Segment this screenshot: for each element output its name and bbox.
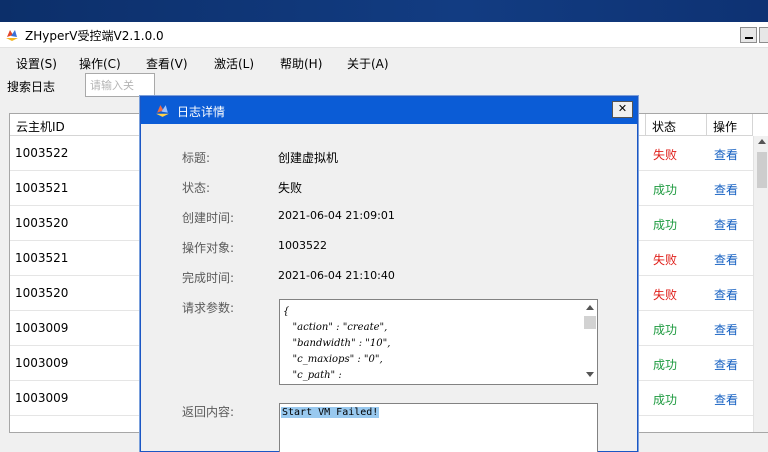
field-label-finished-time: 完成时间:	[182, 271, 235, 285]
scrollbar-thumb[interactable]	[584, 316, 596, 329]
params-scrollbar[interactable]	[581, 300, 597, 384]
view-link[interactable]: 查看	[714, 286, 738, 303]
desktop-background	[0, 0, 768, 22]
code-line: "c_path" :	[283, 370, 342, 381]
search-input[interactable]	[85, 73, 155, 97]
menu-about[interactable]: 关于(A)	[347, 55, 389, 72]
view-link[interactable]: 查看	[714, 216, 738, 233]
vm-id-cell: 1003521	[15, 181, 69, 195]
scrollbar-thumb[interactable]	[757, 152, 767, 188]
field-value-title: 创建虚拟机	[278, 151, 339, 165]
field-label-created-time: 创建时间:	[182, 211, 235, 225]
status-cell: 失败	[653, 288, 678, 302]
column-header-status[interactable]: 状态	[646, 114, 707, 136]
code-line: "c_maxiops" : "0",	[283, 354, 383, 365]
scroll-down-arrow-icon[interactable]	[586, 372, 594, 377]
scroll-up-arrow-icon[interactable]	[586, 305, 594, 310]
view-link[interactable]: 查看	[714, 356, 738, 373]
status-cell: 失败	[653, 148, 678, 162]
status-cell: 成功	[653, 358, 678, 372]
vm-id-cell: 1003009	[15, 321, 69, 335]
dialog-title: 日志详情	[177, 105, 226, 119]
field-label-title: 标题:	[182, 151, 211, 165]
field-label-status: 状态:	[182, 181, 211, 195]
status-cell: 成功	[653, 218, 678, 232]
menu-activate[interactable]: 激活(L)	[214, 55, 254, 72]
close-icon[interactable]: ✕	[612, 101, 633, 118]
maximize-button[interactable]	[759, 27, 768, 43]
request-params-textarea[interactable]: { "action" : "create", "bandwidth" : "10…	[279, 299, 598, 385]
field-value-created-time: 2021-06-04 21:09:01	[278, 209, 395, 222]
view-link[interactable]: 查看	[714, 391, 738, 408]
title-bar: ZHyperV受控端V2.1.0.0	[0, 22, 768, 48]
status-cell: 成功	[653, 323, 678, 337]
scroll-up-arrow-icon[interactable]	[758, 139, 766, 144]
column-header-action[interactable]: 操作	[707, 114, 753, 136]
log-detail-dialog: 日志详情 ✕ 标题: 创建虚拟机 状态: 失败 创建时间: 2021-06-04…	[140, 96, 638, 452]
field-value-status: 失败	[278, 181, 303, 195]
app-logo-icon	[6, 30, 18, 41]
vm-id-cell: 1003521	[15, 251, 69, 265]
table-scrollbar[interactable]	[753, 136, 768, 432]
menu-view[interactable]: 查看(V)	[146, 55, 188, 72]
field-label-target: 操作对象:	[182, 241, 235, 255]
field-label-response: 返回内容:	[182, 405, 235, 419]
search-label: 搜索日志	[7, 80, 56, 94]
code-line: "bandwidth" : "10",	[283, 338, 391, 349]
view-link[interactable]: 查看	[714, 251, 738, 268]
menu-bar: 设置(S) 操作(C) 查看(V) 激活(L) 帮助(H) 关于(A)	[0, 48, 768, 76]
view-link[interactable]: 查看	[714, 146, 738, 163]
app-logo-icon	[156, 105, 169, 117]
minimize-button[interactable]	[740, 27, 757, 43]
vm-id-cell: 1003520	[15, 216, 69, 230]
field-value-target: 1003522	[278, 239, 327, 252]
status-cell: 成功	[653, 183, 678, 197]
view-link[interactable]: 查看	[714, 321, 738, 338]
vm-id-cell: 1003522	[15, 146, 69, 160]
dialog-title-bar[interactable]: 日志详情 ✕	[141, 97, 637, 124]
vm-id-cell: 1003009	[15, 356, 69, 370]
vm-id-cell: 1003520	[15, 286, 69, 300]
view-link[interactable]: 查看	[714, 181, 738, 198]
status-cell: 成功	[653, 393, 678, 407]
code-line: {	[283, 306, 290, 317]
field-value-finished-time: 2021-06-04 21:10:40	[278, 269, 395, 282]
response-textarea[interactable]: Start VM Failed!	[279, 403, 598, 452]
response-text[interactable]: Start VM Failed!	[281, 407, 380, 418]
menu-settings[interactable]: 设置(S)	[16, 55, 57, 72]
status-cell: 失败	[653, 253, 678, 267]
menu-help[interactable]: 帮助(H)	[280, 55, 322, 72]
window-title: ZHyperV受控端V2.1.0.0	[25, 29, 164, 43]
menu-operations[interactable]: 操作(C)	[79, 55, 121, 72]
field-label-request-params: 请求参数:	[182, 301, 235, 315]
code-line: "action" : "create",	[283, 322, 388, 333]
vm-id-cell: 1003009	[15, 391, 69, 405]
